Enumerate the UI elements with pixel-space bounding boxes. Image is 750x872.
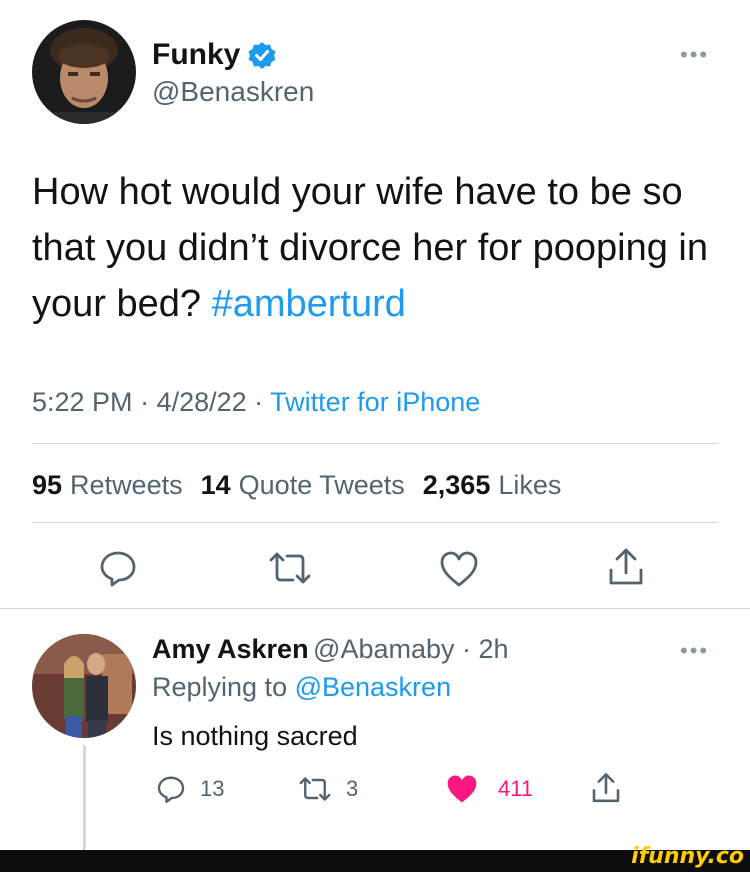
divider xyxy=(32,522,718,523)
tweet-meta: 5:22 PM · 4/28/22 · Twitter for iPhone xyxy=(32,387,480,418)
share-icon xyxy=(592,773,620,803)
meta-separator: · xyxy=(132,387,157,417)
likes-count: 2,365 xyxy=(422,470,491,500)
retweets-label: Retweets xyxy=(70,470,183,500)
heart-icon xyxy=(440,551,478,587)
retweets-count: 95 xyxy=(32,470,63,500)
replying-to-link[interactable]: @Benaskren xyxy=(295,672,452,702)
share-button[interactable] xyxy=(606,546,646,588)
reply-meta-separator: · xyxy=(454,634,479,664)
meta-separator: · xyxy=(246,387,271,417)
reply-reply-button[interactable]: 13 xyxy=(156,774,224,804)
divider xyxy=(0,608,750,609)
reply-like-button[interactable]: 411 xyxy=(444,773,533,805)
retweets-stat[interactable]: 95 Retweets xyxy=(32,470,183,501)
reply-retweet-button[interactable]: 3 xyxy=(298,774,358,804)
ifunny-watermark: ifunny.co xyxy=(631,844,744,869)
author-display-name[interactable]: Funky xyxy=(152,38,240,72)
reply-icon xyxy=(100,551,136,587)
share-icon xyxy=(609,548,643,585)
likes-label: Likes xyxy=(498,470,562,500)
reply-more-options-icon[interactable]: ••• xyxy=(680,638,709,664)
tweet-text: How hot would your wife have to be so th… xyxy=(32,164,722,332)
tweet-source-link[interactable]: Twitter for iPhone xyxy=(270,387,480,417)
reply-retweet-count: 3 xyxy=(346,776,359,801)
author-avatar[interactable] xyxy=(32,20,136,124)
reply-author-avatar[interactable] xyxy=(32,634,136,738)
retweet-icon xyxy=(299,777,331,801)
reply-like-count: 411 xyxy=(498,776,534,801)
retweet-button[interactable] xyxy=(268,548,312,588)
replying-to-line: Replying to @Benaskren xyxy=(152,672,451,703)
reply-thread-line xyxy=(83,745,86,850)
like-button[interactable] xyxy=(439,550,479,588)
tweet-time[interactable]: 5:22 PM xyxy=(32,387,133,417)
reply-author-name[interactable]: Amy Askren xyxy=(152,634,309,664)
tweet-date[interactable]: 4/28/22 xyxy=(157,387,247,417)
engagement-stats: 95 Retweets 14 Quote Tweets 2,365 Likes xyxy=(32,470,561,501)
retweet-icon xyxy=(269,552,311,584)
reply-header: Amy Askren @Abamaby · 2h xyxy=(152,634,509,665)
likes-stat[interactable]: 2,365 Likes xyxy=(423,470,562,501)
verified-badge-icon xyxy=(248,41,276,69)
reply-reply-count: 13 xyxy=(200,776,225,801)
divider xyxy=(32,443,718,444)
hashtag-link[interactable]: #amberturd xyxy=(212,283,406,325)
reply-author-handle[interactable]: @Abamaby xyxy=(313,634,454,664)
quote-tweets-label: Quote Tweets xyxy=(238,470,405,500)
heart-filled-icon xyxy=(447,775,477,803)
reply-age[interactable]: 2h xyxy=(479,634,509,664)
reply-button[interactable] xyxy=(98,548,138,588)
replying-to-prefix: Replying to xyxy=(152,672,295,702)
author-handle[interactable]: @Benaskren xyxy=(152,76,314,108)
more-options-icon[interactable]: ••• xyxy=(680,42,709,68)
reply-share-button[interactable] xyxy=(590,771,622,810)
author-name-row: Funky xyxy=(152,38,276,72)
reply-icon xyxy=(157,776,185,803)
quote-tweets-count: 14 xyxy=(200,470,231,500)
quote-tweets-stat[interactable]: 14 Quote Tweets xyxy=(201,470,405,501)
reply-text: Is nothing sacred xyxy=(152,721,358,751)
